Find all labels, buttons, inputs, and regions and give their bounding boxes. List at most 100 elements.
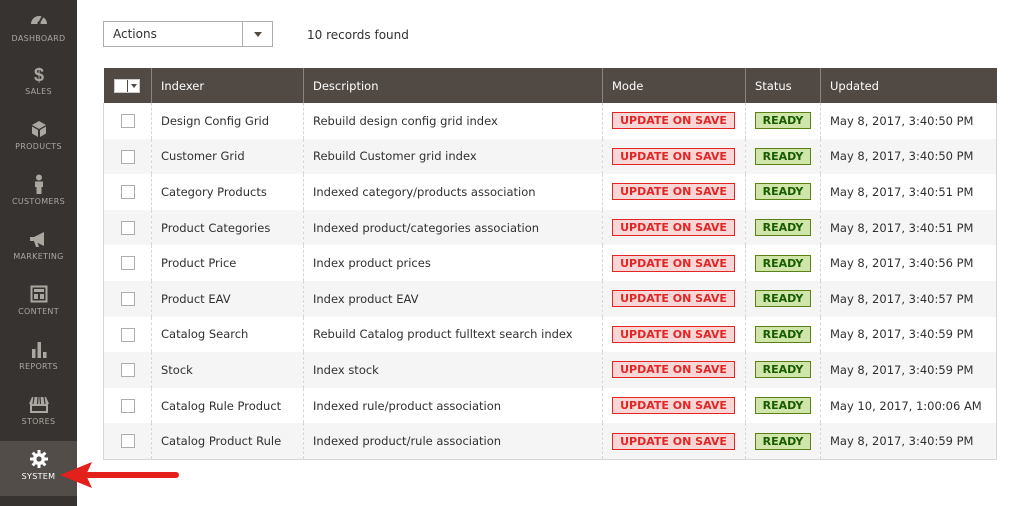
cell-updated: May 8, 2017, 3:40:59 PM: [820, 316, 997, 353]
row-checkbox[interactable]: [120, 185, 135, 200]
cell-description: Rebuild Customer grid index: [303, 138, 603, 175]
table-row: Customer Grid Rebuild Customer grid inde…: [103, 138, 997, 175]
layout-icon: [0, 284, 77, 304]
status-badge: READY: [755, 219, 811, 237]
nav-item-sales[interactable]: $ SALES: [0, 56, 77, 111]
storefront-icon: [0, 394, 77, 414]
status-badge: READY: [755, 397, 811, 415]
cell-mode: UPDATE ON SAVE: [602, 174, 746, 210]
column-header-indexer[interactable]: Indexer: [151, 68, 304, 103]
nav-item-content[interactable]: CONTENT: [0, 276, 77, 331]
nav-item-customers[interactable]: CUSTOMERS: [0, 166, 77, 221]
cell-updated: May 8, 2017, 3:40:50 PM: [820, 103, 997, 139]
cell-updated: May 8, 2017, 3:40:59 PM: [820, 352, 997, 388]
cell-mode: UPDATE ON SAVE: [602, 103, 746, 139]
grid-header-row: Indexer Description Mode Status Updated: [103, 68, 997, 103]
row-checkbox[interactable]: [120, 149, 135, 164]
row-select-cell: [104, 245, 152, 281]
mode-badge: UPDATE ON SAVE: [612, 254, 735, 272]
status-badge: READY: [755, 290, 811, 308]
row-select-cell: [104, 388, 152, 424]
mode-badge: UPDATE ON SAVE: [612, 325, 735, 343]
cell-updated: May 10, 2017, 1:00:06 AM: [820, 387, 997, 424]
cell-updated: May 8, 2017, 3:40:57 PM: [820, 280, 997, 317]
cell-status: READY: [745, 387, 821, 424]
nav-item-reports[interactable]: REPORTS: [0, 331, 77, 386]
status-badge: READY: [755, 254, 811, 272]
status-badge: READY: [755, 147, 811, 165]
row-select-cell: [104, 174, 152, 210]
cell-mode: UPDATE ON SAVE: [602, 316, 746, 353]
nav-item-dashboard[interactable]: DASHBOARD: [0, 0, 77, 55]
table-row: Product Categories Indexed product/categ…: [103, 209, 997, 246]
column-header-updated[interactable]: Updated: [820, 68, 997, 103]
row-checkbox[interactable]: [120, 398, 135, 413]
row-checkbox[interactable]: [120, 327, 135, 342]
cell-status: READY: [745, 138, 821, 175]
mode-badge: UPDATE ON SAVE: [612, 361, 735, 379]
table-row: Catalog Search Rebuild Catalog product f…: [104, 316, 997, 353]
row-select-cell: [104, 103, 152, 139]
column-header-status[interactable]: Status: [745, 68, 821, 103]
cell-indexer: Catalog Search: [151, 316, 304, 353]
nav-label-reports: REPORTS: [19, 362, 58, 371]
row-select-cell: [103, 209, 152, 246]
nav-item-products[interactable]: PRODUCTS: [0, 111, 77, 166]
mass-select-divider: [127, 79, 129, 92]
status-badge: READY: [755, 432, 811, 450]
cell-indexer: Category Products: [151, 174, 304, 210]
row-checkbox[interactable]: [120, 363, 135, 378]
mode-badge: UPDATE ON SAVE: [612, 397, 735, 415]
chevron-down-icon[interactable]: [242, 22, 272, 46]
actions-dropdown[interactable]: Actions: [103, 21, 273, 47]
grid-body: Design Config Grid Rebuild design config…: [103, 103, 997, 460]
actions-dropdown-label: Actions: [113, 27, 157, 41]
column-header-mode[interactable]: Mode: [602, 68, 746, 103]
cell-indexer: Catalog Rule Product: [151, 387, 304, 424]
cell-updated: May 8, 2017, 3:40:51 PM: [820, 209, 997, 246]
column-header-description[interactable]: Description: [303, 68, 603, 103]
cell-mode: UPDATE ON SAVE: [602, 138, 746, 175]
cell-mode: UPDATE ON SAVE: [602, 352, 746, 388]
dashboard-icon: [0, 10, 77, 30]
cell-description: Indexed product/categories association: [303, 209, 603, 246]
cell-mode: UPDATE ON SAVE: [602, 209, 746, 246]
annotation-arrow-icon: [60, 462, 179, 488]
cell-indexer: Product Categories: [151, 209, 304, 246]
admin-sidebar: DASHBOARD $ SALES PRODUCTS CUSTOMERS MAR…: [0, 0, 77, 506]
mode-badge: UPDATE ON SAVE: [612, 147, 735, 165]
nav-item-marketing[interactable]: MARKETING: [0, 221, 77, 276]
nav-item-stores[interactable]: STORES: [0, 386, 77, 441]
cell-description: Indexed rule/product association: [303, 387, 603, 424]
cell-mode: UPDATE ON SAVE: [602, 387, 746, 424]
row-checkbox[interactable]: [120, 256, 135, 271]
mass-select-dropdown[interactable]: [114, 78, 141, 93]
cell-mode: UPDATE ON SAVE: [602, 245, 746, 281]
row-checkbox[interactable]: [120, 114, 135, 129]
cell-description: Rebuild Catalog product fulltext search …: [303, 316, 603, 353]
row-checkbox[interactable]: [120, 434, 135, 449]
row-checkbox[interactable]: [120, 292, 135, 307]
cube-icon: [0, 119, 77, 139]
records-count: 10 records found: [307, 28, 409, 42]
cell-updated: May 8, 2017, 3:40:56 PM: [820, 245, 997, 281]
cell-status: READY: [745, 280, 821, 317]
bar-chart-icon: [0, 339, 77, 359]
row-checkbox[interactable]: [120, 220, 135, 235]
row-select-cell: [103, 352, 152, 388]
nav-label-stores: STORES: [21, 417, 56, 426]
cell-updated: May 8, 2017, 3:40:51 PM: [820, 174, 997, 210]
cell-status: READY: [745, 103, 821, 139]
table-row: Stock Index stock UPDATE ON SAVE READY M…: [103, 352, 997, 388]
status-badge: READY: [755, 112, 811, 130]
row-select-cell: [103, 423, 152, 460]
status-badge: READY: [755, 183, 811, 201]
indexer-grid: Indexer Description Mode Status Updated …: [103, 68, 997, 460]
table-row: Category Products Indexed category/produ…: [104, 174, 997, 210]
cell-status: READY: [745, 352, 821, 388]
chevron-down-icon: [131, 83, 138, 88]
cell-indexer: Catalog Product Rule: [151, 423, 304, 460]
person-icon: [0, 174, 77, 194]
cell-status: READY: [745, 209, 821, 246]
cell-status: READY: [745, 174, 821, 210]
